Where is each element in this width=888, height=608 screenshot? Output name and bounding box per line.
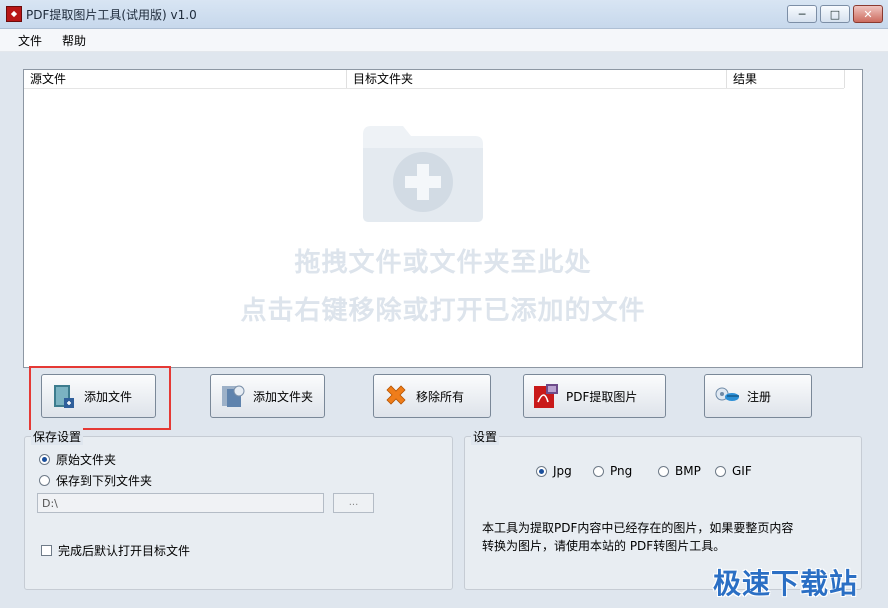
register-button[interactable]: 注册 bbox=[704, 374, 812, 418]
format-png-label: Png bbox=[610, 464, 633, 478]
radio-format-png[interactable]: Png bbox=[593, 464, 632, 478]
header-divider bbox=[24, 88, 844, 89]
browse-button[interactable]: ... bbox=[333, 493, 374, 513]
minimize-icon: ─ bbox=[798, 7, 806, 21]
radio-format-gif[interactable]: GIF bbox=[715, 464, 752, 478]
checkbox-unchecked-icon bbox=[41, 545, 52, 556]
radio-original-folder[interactable]: 原始文件夹 bbox=[39, 451, 116, 468]
column-header-source[interactable]: 源文件 bbox=[24, 70, 347, 88]
radio-original-folder-label: 原始文件夹 bbox=[56, 453, 117, 467]
radio-unchecked-icon bbox=[715, 465, 726, 477]
remove-all-label: 移除所有 bbox=[416, 389, 465, 404]
window-title: PDF提取图片工具(试用版) v1.0 bbox=[26, 8, 197, 22]
extract-images-label: PDF提取图片 bbox=[566, 389, 638, 404]
radio-checked-icon bbox=[39, 454, 50, 465]
app-icon bbox=[6, 6, 22, 22]
maximize-icon: □ bbox=[829, 7, 841, 21]
extract-images-button[interactable]: PDF提取图片 bbox=[523, 374, 666, 418]
add-folder-button[interactable]: 添加文件夹 bbox=[210, 374, 325, 418]
tool-description: 本工具为提取PDF内容中已经存在的图片，如果要整页内容 转换为图片，请使用本站的… bbox=[482, 519, 832, 555]
menu-bar: 文件 帮助 bbox=[0, 29, 888, 52]
add-folder-button-icon bbox=[222, 385, 245, 407]
radio-unchecked-icon bbox=[658, 465, 669, 477]
minimize-button[interactable]: ─ bbox=[787, 5, 817, 23]
title-bar: PDF提取图片工具(试用版) v1.0 ─ □ ✕ bbox=[0, 0, 888, 29]
add-folder-label: 添加文件夹 bbox=[253, 389, 314, 404]
file-list-panel[interactable]: 源文件 目标文件夹 结果 拖拽文件或文件夹至此处 点击右键移除或打开已添加的文件 bbox=[23, 69, 863, 368]
menu-help[interactable]: 帮助 bbox=[62, 32, 86, 49]
save-settings-title: 保存设置 bbox=[31, 428, 84, 445]
remove-icon bbox=[386, 385, 406, 405]
drop-hint-primary: 拖拽文件或文件夹至此处 bbox=[294, 248, 592, 278]
radio-format-jpg[interactable]: Jpg bbox=[536, 464, 572, 478]
output-path-input[interactable] bbox=[37, 493, 324, 513]
close-icon: ✕ bbox=[863, 7, 873, 21]
site-watermark: 极速下载站 bbox=[713, 567, 859, 600]
add-file-button[interactable]: 添加文件 bbox=[41, 374, 156, 418]
settings-title: 设置 bbox=[471, 428, 500, 445]
format-jpg-label: Jpg bbox=[553, 464, 572, 478]
register-label: 注册 bbox=[747, 389, 772, 404]
description-line-1: 本工具为提取PDF内容中已经存在的图片，如果要整页内容 bbox=[482, 521, 794, 535]
open-after-checkbox[interactable]: 完成后默认打开目标文件 bbox=[41, 542, 190, 559]
radio-custom-folder-label: 保存到下列文件夹 bbox=[56, 474, 153, 488]
radio-unchecked-icon bbox=[39, 475, 50, 486]
description-line-2: 转换为图片，请使用本站的 PDF转图片工具。 bbox=[482, 539, 726, 553]
radio-custom-folder[interactable]: 保存到下列文件夹 bbox=[39, 472, 152, 489]
format-gif-label: GIF bbox=[732, 464, 752, 478]
radio-unchecked-icon bbox=[593, 465, 604, 477]
column-header-result[interactable]: 结果 bbox=[727, 70, 845, 88]
open-after-label: 完成后默认打开目标文件 bbox=[58, 544, 191, 558]
column-header-target[interactable]: 目标文件夹 bbox=[347, 70, 727, 88]
add-folder-icon bbox=[363, 126, 483, 222]
drop-hint-secondary: 点击右键移除或打开已添加的文件 bbox=[240, 296, 646, 326]
maximize-button[interactable]: □ bbox=[820, 5, 850, 23]
pdf-icon bbox=[534, 384, 558, 408]
add-file-label: 添加文件 bbox=[84, 389, 133, 404]
key-icon bbox=[715, 387, 739, 401]
radio-checked-icon bbox=[536, 465, 547, 477]
add-file-icon bbox=[54, 385, 74, 408]
close-button[interactable]: ✕ bbox=[853, 5, 883, 23]
radio-format-bmp[interactable]: BMP bbox=[658, 464, 701, 478]
remove-all-button[interactable]: 移除所有 bbox=[373, 374, 491, 418]
menu-file[interactable]: 文件 bbox=[18, 32, 42, 49]
format-bmp-label: BMP bbox=[675, 464, 701, 478]
